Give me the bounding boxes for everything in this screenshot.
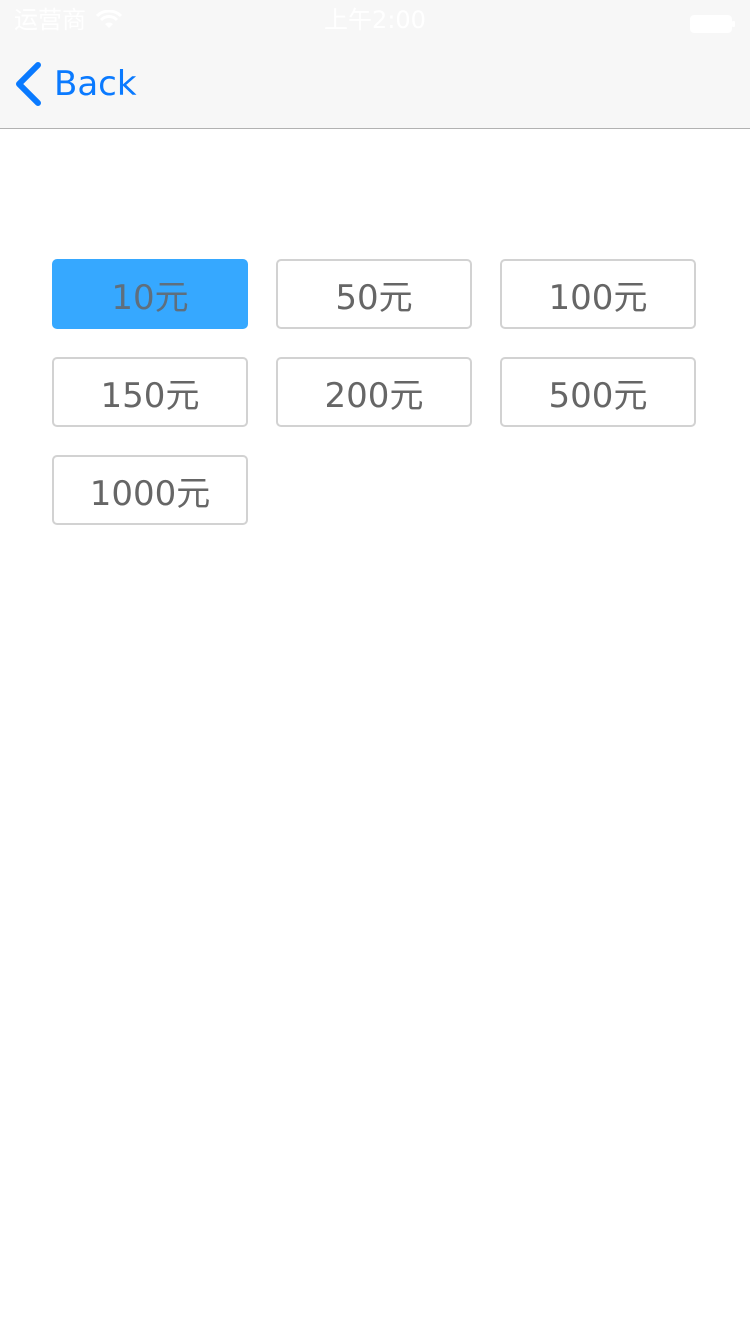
status-time: 上午2:00: [324, 6, 426, 34]
amount-option-500[interactable]: 500元: [500, 357, 696, 427]
navigation-bar: Back: [0, 40, 750, 129]
back-button[interactable]: Back: [14, 60, 137, 108]
amount-option-100[interactable]: 100元: [500, 259, 696, 329]
amount-option-50[interactable]: 50元: [276, 259, 472, 329]
amount-option-150[interactable]: 150元: [52, 357, 248, 427]
amount-option-1000[interactable]: 1000元: [52, 455, 248, 525]
status-bar: 运营商 上午2:00: [0, 0, 750, 40]
back-label: Back: [54, 64, 137, 104]
amount-option-200[interactable]: 200元: [276, 357, 472, 427]
amount-option-10[interactable]: 10元: [52, 259, 248, 329]
battery-icon: [690, 11, 736, 33]
screen: 运营商 上午2:00 Back 10元 50元 100元 150元 200元 5…: [0, 0, 750, 1334]
chevron-left-icon: [16, 62, 41, 106]
